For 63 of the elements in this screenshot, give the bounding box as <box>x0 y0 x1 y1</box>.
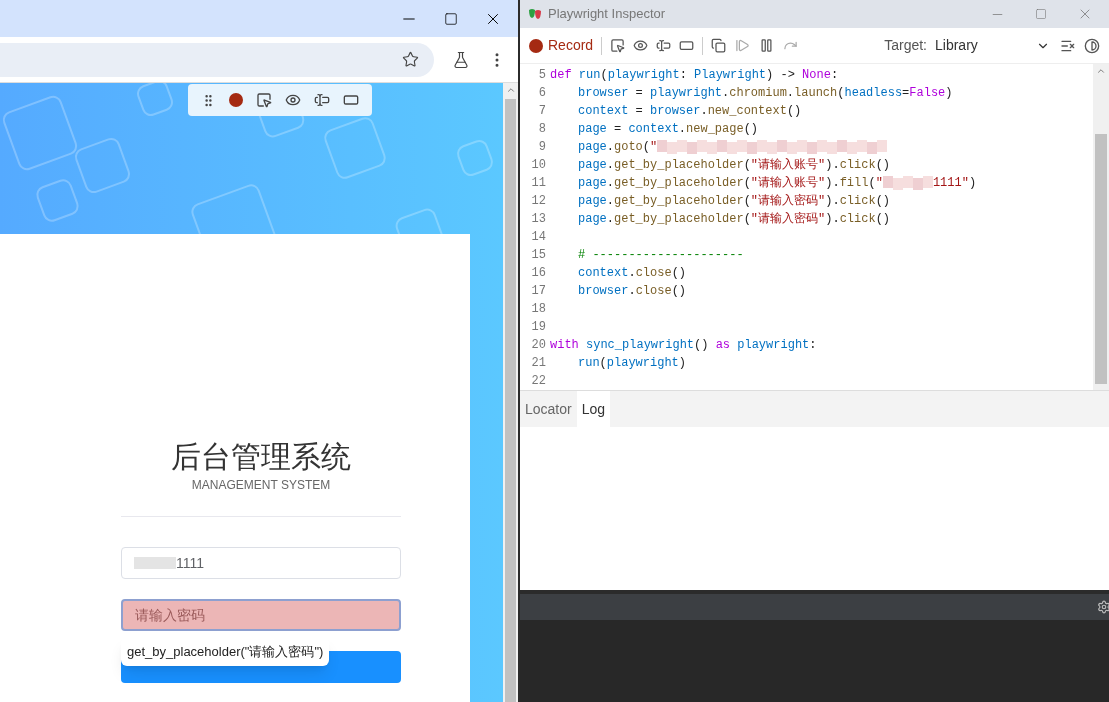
pick-locator-icon[interactable] <box>610 38 626 53</box>
code-line: page.get_by_placeholder("请输入账号").fill(" 1111") <box>577 174 977 192</box>
line-number: 21 <box>530 355 547 372</box>
pick-locator-icon[interactable] <box>255 92 272 108</box>
line-number: 15 <box>530 247 547 264</box>
system-title: 后台管理系统 <box>171 439 351 475</box>
code-line: page = context.new_page() <box>577 121 759 138</box>
target-select[interactable]: Library <box>935 35 1050 56</box>
panel-tab[interactable]: Log <box>576 391 611 427</box>
code-line: page.get_by_placeholder("请输入账号").click() <box>577 157 891 174</box>
line-number: 5 <box>537 67 547 84</box>
assert-text-icon[interactable] <box>656 38 672 53</box>
eye-icon[interactable] <box>633 38 649 53</box>
masks-icon <box>528 8 542 20</box>
line-number: 7 <box>537 103 547 120</box>
code-line: browser.close() <box>577 283 687 300</box>
code-line: page.goto(" <box>550 138 888 156</box>
code-line: context.close() <box>577 265 687 282</box>
pause-icon[interactable] <box>759 38 775 53</box>
line-number: 9 <box>537 139 547 156</box>
code-line: page.get_by_placeholder("请输入密码").click() <box>577 211 891 228</box>
redaction-blur <box>134 557 176 569</box>
code-line: page.get_by_placeholder("请输入密码").click() <box>577 193 891 210</box>
copy-icon[interactable] <box>711 38 727 53</box>
code-line: def run(playwright: Playwright) -> None: <box>550 67 839 84</box>
scrollbar[interactable] <box>1093 64 1109 390</box>
panel-tab[interactable]: Locator <box>520 391 577 427</box>
line-number: 22 <box>530 373 547 390</box>
system-subtitle: MANAGEMENT SYSTEM <box>191 477 331 494</box>
window-title: Playwright Inspector <box>548 5 666 24</box>
eye-icon[interactable] <box>285 92 302 108</box>
theme-icon[interactable] <box>1084 37 1100 54</box>
line-number: 17 <box>530 283 547 300</box>
record-button[interactable]: Record <box>529 35 594 56</box>
scrollbar[interactable] <box>503 83 518 702</box>
line-number: 20 <box>530 337 547 354</box>
settings-icon[interactable] <box>1097 600 1109 614</box>
line-number: 19 <box>530 319 547 336</box>
line-number: 14 <box>530 229 547 246</box>
line-number: 8 <box>537 121 547 138</box>
bookmark-star-icon[interactable] <box>402 51 419 68</box>
redaction-blur <box>882 175 933 190</box>
line-number: 11 <box>530 175 547 192</box>
flask-icon[interactable] <box>452 50 470 69</box>
code-line: browser = playwright.chromium.launch(headless=False) <box>577 85 953 102</box>
assert-value-icon[interactable] <box>343 92 360 108</box>
target-label: Target: <box>884 36 927 55</box>
line-number: 18 <box>530 301 547 318</box>
code-line: run(playwright) <box>577 355 687 372</box>
maximize-icon[interactable] <box>444 11 458 26</box>
code-line: context = browser.new_context() <box>577 103 802 120</box>
line-number: 10 <box>530 157 547 174</box>
line-number: 16 <box>530 265 547 282</box>
assert-value-icon[interactable] <box>679 38 695 53</box>
code-line: with sync_playwright() as playwright: <box>550 337 817 354</box>
line-number: 6 <box>537 85 547 102</box>
code-line: # --------------------- <box>577 247 744 264</box>
password-field[interactable]: 请输入密码 <box>121 599 401 631</box>
line-number: 13 <box>530 211 547 228</box>
line-number: 12 <box>530 193 547 210</box>
username-field[interactable]: 1111 <box>121 547 401 579</box>
locator-tooltip: get_by_placeholder("请输入密码") <box>121 637 330 666</box>
assert-text-icon[interactable] <box>314 92 331 108</box>
